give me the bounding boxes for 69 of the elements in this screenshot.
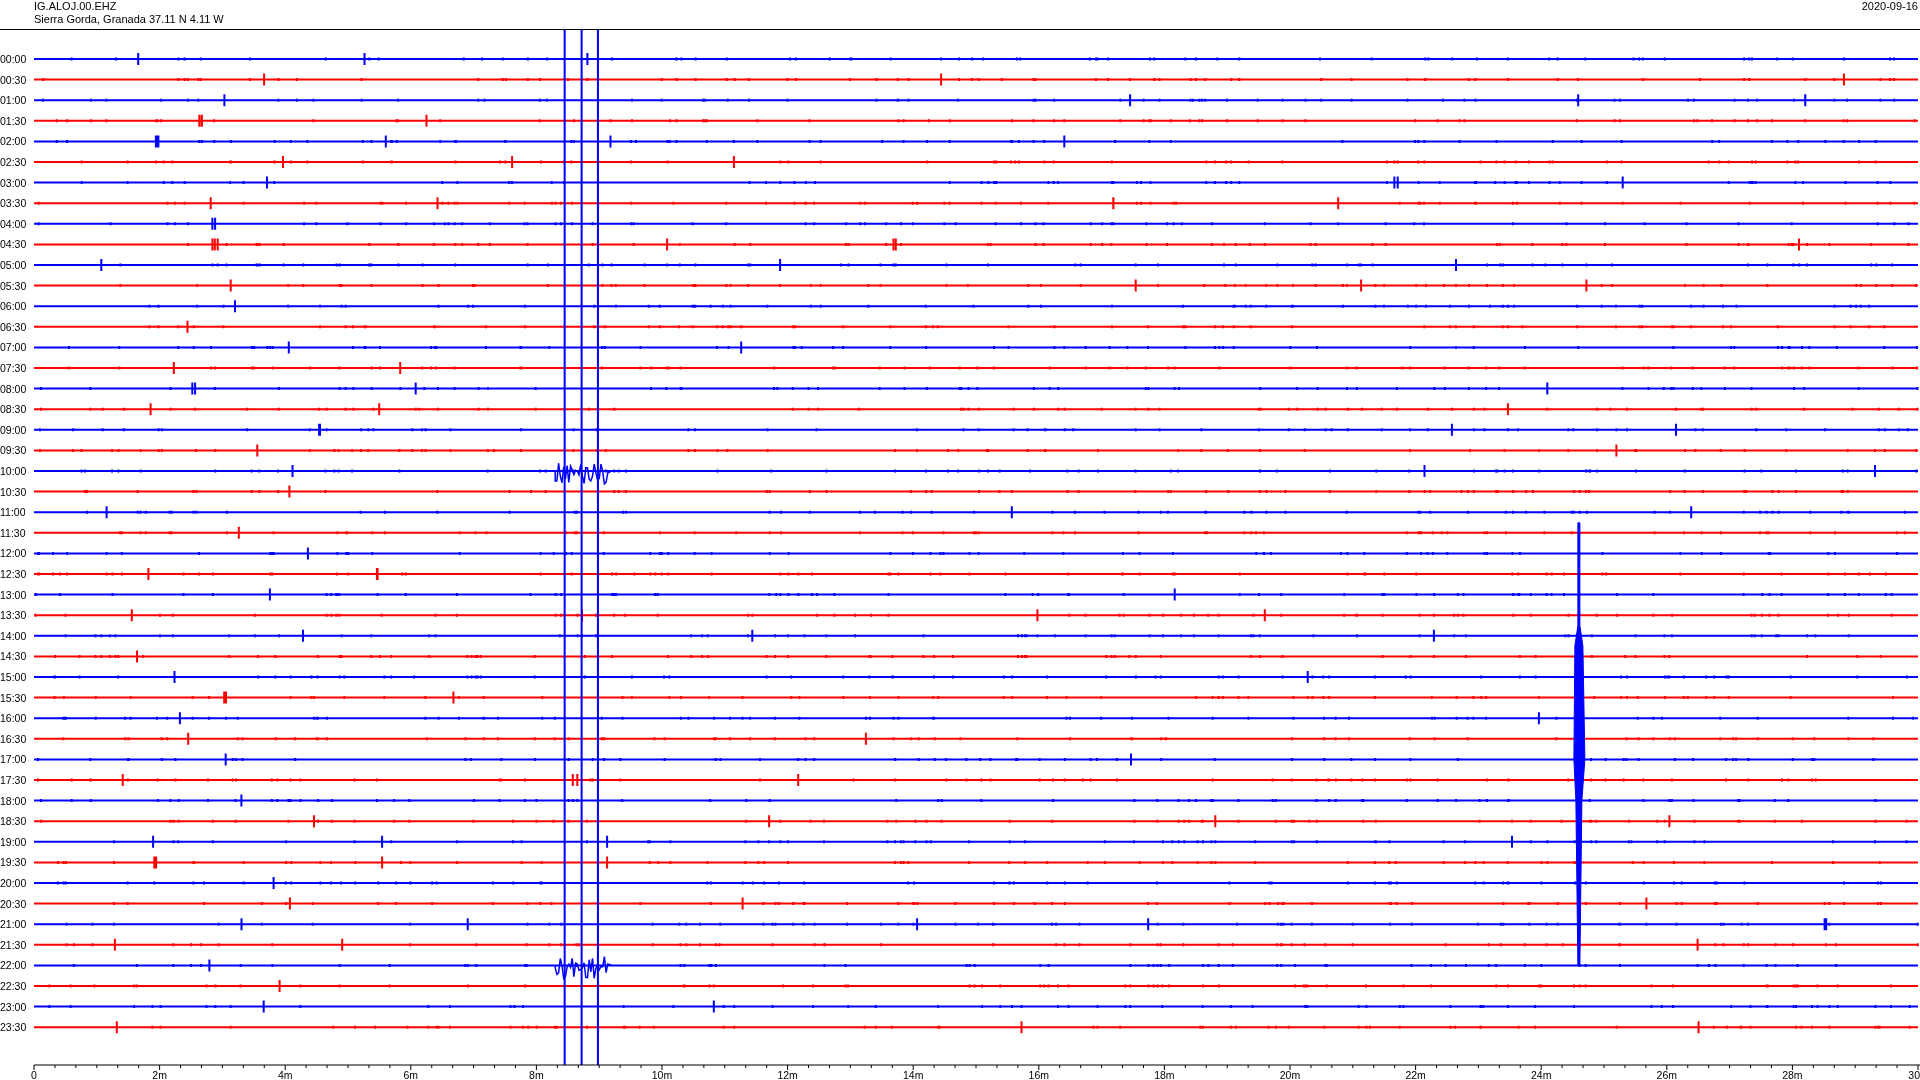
time-label: 23:30 xyxy=(0,1021,27,1034)
time-label: 03:30 xyxy=(0,197,27,210)
time-label: 20:00 xyxy=(0,877,27,889)
axis-tick-label: 10m xyxy=(651,1069,673,1080)
date-label: 2020-09-16 xyxy=(1861,0,1919,14)
axis-tick-label: 30 xyxy=(1908,1069,1920,1080)
time-label: 13:30 xyxy=(0,609,27,622)
time-label: 13:00 xyxy=(0,588,27,601)
time-label: 05:00 xyxy=(0,259,27,271)
time-label: 18:30 xyxy=(0,815,27,828)
time-label: 11:00 xyxy=(0,506,26,519)
time-label: 19:00 xyxy=(0,835,27,848)
axis-tick-label: 22m xyxy=(1405,1069,1426,1080)
time-label: 08:30 xyxy=(0,403,27,416)
axis-tick-label: 26m xyxy=(1656,1069,1677,1080)
time-label: 11:30 xyxy=(0,526,26,539)
station-code: IG.ALOJ.00.EHZ xyxy=(34,0,118,13)
time-label: 22:00 xyxy=(0,959,27,972)
time-label: 21:00 xyxy=(0,918,27,931)
seismic-burst xyxy=(554,462,613,486)
time-label: 12:00 xyxy=(0,547,27,560)
time-label: 22:30 xyxy=(0,980,27,992)
time-label: 07:30 xyxy=(0,362,27,374)
time-label: 12:30 xyxy=(0,568,27,580)
time-label: 04:30 xyxy=(0,238,27,251)
time-label: 23:00 xyxy=(0,1000,27,1013)
time-label: 21:30 xyxy=(0,938,27,951)
time-label: 19:30 xyxy=(0,856,27,869)
time-label: 01:00 xyxy=(0,94,27,107)
axis-tick-label: 6m xyxy=(403,1069,419,1080)
time-label: 06:00 xyxy=(0,300,27,313)
time-label: 17:30 xyxy=(0,774,27,786)
time-label: 01:30 xyxy=(0,114,27,127)
time-label: 05:30 xyxy=(0,279,27,292)
axis-tick-label: 2m xyxy=(152,1069,167,1080)
time-label: 14:30 xyxy=(0,650,27,663)
time-label: 17:00 xyxy=(0,753,27,766)
time-label: 02:00 xyxy=(0,135,27,148)
axis-tick-label: 14m xyxy=(903,1069,924,1080)
axis-tick-label: 24m xyxy=(1531,1069,1552,1080)
time-label: 10:00 xyxy=(0,465,27,477)
time-label: 04:00 xyxy=(0,217,27,230)
axis-tick-label: 28m xyxy=(1782,1069,1803,1080)
axis-tick-label: 12m xyxy=(777,1069,798,1080)
time-label: 06:30 xyxy=(0,320,27,333)
time-label: 07:00 xyxy=(0,341,27,354)
station-location: Sierra Gorda, Granada 37.11 N 4.11 W xyxy=(34,13,224,26)
time-label: 00:30 xyxy=(0,73,27,86)
time-label: 20:30 xyxy=(0,897,27,910)
axis-tick-label: 18m xyxy=(1154,1069,1175,1080)
axis-tick-label: 0 xyxy=(31,1069,37,1080)
time-label: 10:30 xyxy=(0,485,27,498)
axis-tick-label: 16m xyxy=(1028,1069,1049,1080)
time-label: 16:30 xyxy=(0,732,27,745)
axis-tick-label: 20m xyxy=(1279,1069,1301,1080)
seismic-burst xyxy=(554,955,613,980)
time-label: 14:00 xyxy=(0,629,27,642)
time-label: 09:30 xyxy=(0,444,27,457)
time-label: 15:00 xyxy=(0,671,27,683)
axis-tick-label: 4m xyxy=(277,1069,293,1080)
time-label: 18:00 xyxy=(0,794,27,807)
time-label: 03:00 xyxy=(0,176,27,189)
axis-tick-label: 8m xyxy=(529,1069,544,1080)
time-label: 09:00 xyxy=(0,423,27,436)
time-label: 00:00 xyxy=(0,53,27,65)
time-label: 16:00 xyxy=(0,712,27,725)
time-label: 02:30 xyxy=(0,156,27,168)
time-label: 08:00 xyxy=(0,382,27,395)
time-label: 15:30 xyxy=(0,691,27,704)
